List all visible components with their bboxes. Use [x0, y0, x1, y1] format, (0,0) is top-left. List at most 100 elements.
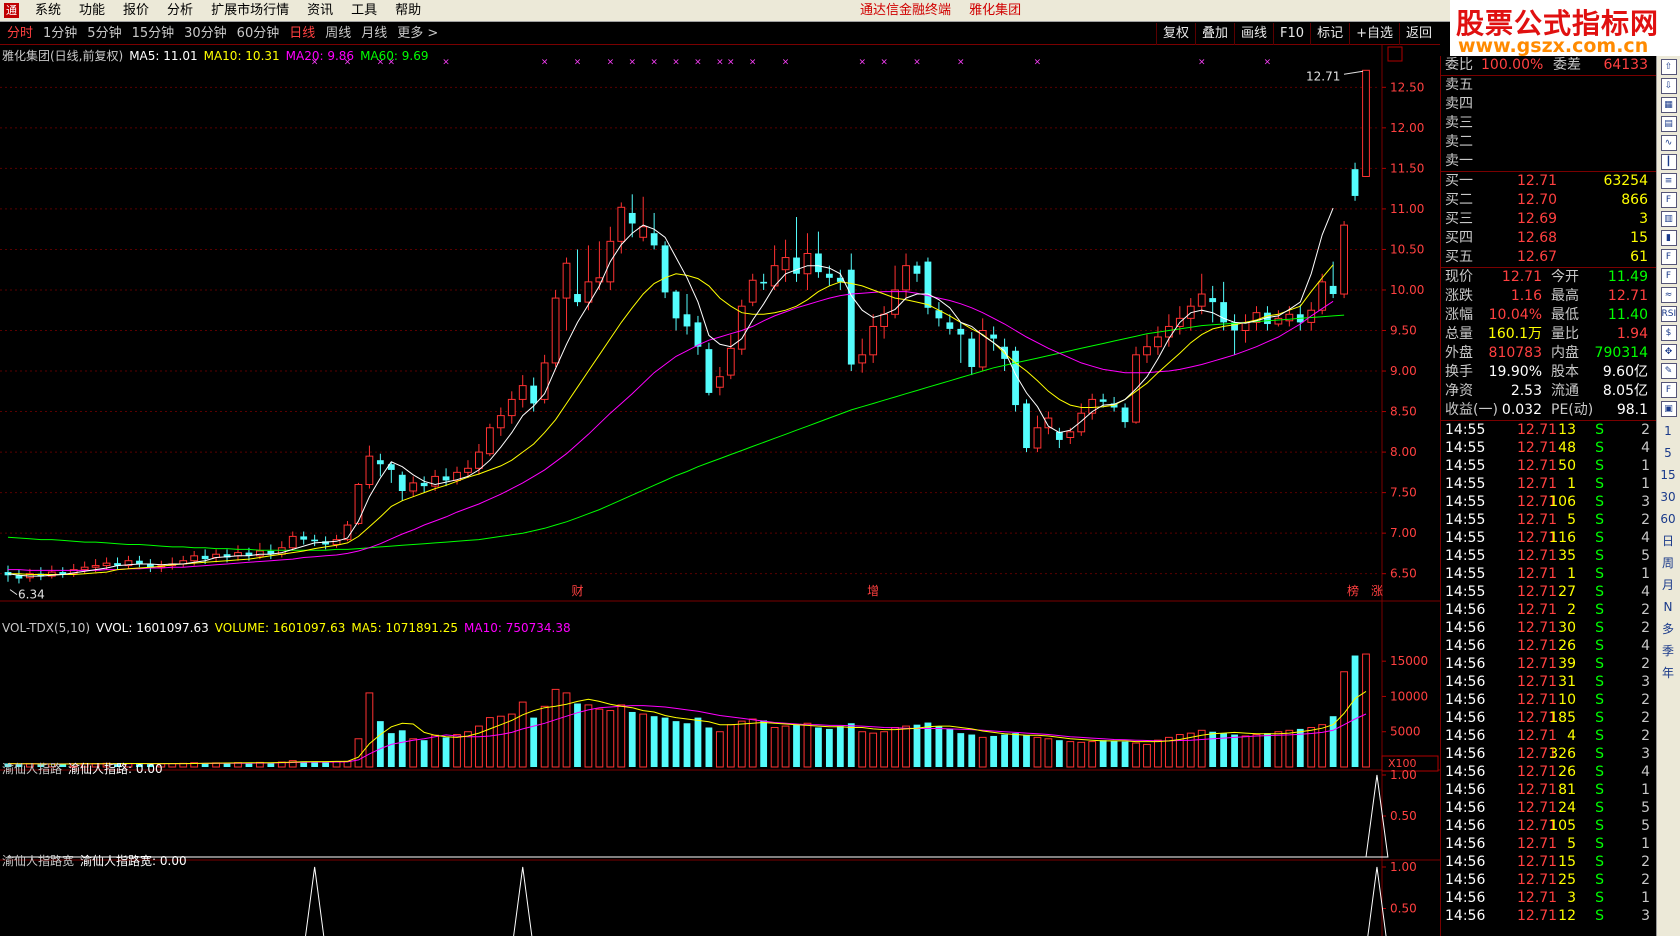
- tick-row[interactable]: 14:55 12.71 116 S 4: [1441, 529, 1656, 547]
- period-tab-2[interactable]: 5分钟: [82, 23, 126, 45]
- sidebar-period-4[interactable]: 60: [1657, 508, 1679, 530]
- sidebar-period-9[interactable]: 多: [1657, 618, 1679, 640]
- tick-row[interactable]: 14:56 12.71 25 S 2: [1441, 871, 1656, 889]
- sidebar-period-7[interactable]: 月: [1657, 574, 1679, 596]
- f3-icon[interactable]: F: [1660, 268, 1677, 284]
- list-icon[interactable]: ≡: [1660, 173, 1677, 189]
- tool-button-4[interactable]: 标记: [1310, 23, 1349, 45]
- candle-body: [968, 338, 976, 367]
- sidebar-period-10[interactable]: 季: [1657, 640, 1679, 662]
- volume-bar: [387, 733, 395, 767]
- tool-button-2[interactable]: 画线: [1234, 23, 1273, 45]
- move-icon[interactable]: ✥: [1660, 344, 1677, 360]
- sidebar-period-11[interactable]: 年: [1657, 662, 1679, 684]
- price-tick-label: 10.50: [1390, 242, 1424, 256]
- grid-icon[interactable]: ▥: [1660, 211, 1677, 227]
- tick-row[interactable]: 14:56 12.71 81 S 1: [1441, 781, 1656, 799]
- f2-icon[interactable]: F: [1660, 249, 1677, 265]
- rsi-icon[interactable]: RSI: [1660, 306, 1677, 322]
- menu-item-5[interactable]: 资讯: [298, 0, 342, 22]
- table-icon[interactable]: ▤: [1660, 116, 1677, 132]
- sidebar-period-1[interactable]: 5: [1657, 442, 1679, 464]
- signal-marker: ×: [727, 57, 735, 67]
- sidebar-period-2[interactable]: 15: [1657, 464, 1679, 486]
- volume-bar: [1164, 736, 1173, 768]
- tool-button-5[interactable]: +自选: [1349, 23, 1399, 45]
- period-tab-0[interactable]: 分时: [2, 23, 38, 45]
- line-chart-icon[interactable]: ∿: [1660, 135, 1677, 151]
- tool-button-3[interactable]: F10: [1273, 23, 1310, 45]
- tick-row[interactable]: 14:55 12.71 35 S 5: [1441, 547, 1656, 565]
- sidebar-period-5[interactable]: 日: [1657, 530, 1679, 552]
- tick-row[interactable]: 14:56 12.71 5 S 1: [1441, 835, 1656, 853]
- chart-canvas[interactable]: 12.50 12.00 11.50 11.00 10.50 10.00 9.50 9.00 8.…: [0, 45, 1440, 936]
- tick-row[interactable]: 14:56 12.71 12 S 3: [1441, 907, 1656, 925]
- tool-button-1[interactable]: 叠加: [1195, 23, 1234, 45]
- buy-row[interactable]: 买三 12.69 3: [1441, 210, 1656, 229]
- menu-item-0[interactable]: 系统: [26, 0, 70, 22]
- tick-row[interactable]: 14:56 12.71 26 S 4: [1441, 637, 1656, 655]
- tick-cell: S: [1595, 674, 1604, 690]
- period-tab-3[interactable]: 15分钟: [127, 23, 180, 45]
- sidebar-period-0[interactable]: 1: [1657, 420, 1679, 442]
- menu-item-1[interactable]: 功能: [70, 0, 114, 22]
- period-tab-5[interactable]: 60分钟: [232, 23, 285, 45]
- sidebar-period-6[interactable]: 周: [1657, 552, 1679, 574]
- tool-button-6[interactable]: 返回: [1398, 23, 1438, 45]
- tick-row[interactable]: 14:56 12.71 2 S 2: [1441, 601, 1656, 619]
- buy-row[interactable]: 买五 12.67 61: [1441, 248, 1656, 267]
- tick-row[interactable]: 14:56 12.71 39 S 2: [1441, 655, 1656, 673]
- tick-row[interactable]: 14:56 12.71 24 S 5: [1441, 799, 1656, 817]
- dollar-icon[interactable]: $: [1660, 325, 1677, 341]
- bar-icon[interactable]: ▮: [1660, 230, 1677, 246]
- period-tab-6[interactable]: 日线: [284, 23, 320, 45]
- up-arrow-icon[interactable]: ⇧: [1660, 59, 1677, 75]
- sell-row: 卖二: [1441, 133, 1656, 152]
- tick-row[interactable]: 14:55 12.71 13 S 2: [1441, 421, 1656, 439]
- menu-item-4[interactable]: 扩展市场行情: [202, 0, 298, 22]
- tick-row[interactable]: 14:55 12.71 1 S 1: [1441, 475, 1656, 493]
- down-arrow-icon[interactable]: ⇩: [1660, 78, 1677, 94]
- pencil-icon[interactable]: ✎: [1660, 363, 1677, 379]
- wave-icon[interactable]: ≈: [1660, 287, 1677, 303]
- tick-row[interactable]: 14:56 12.71 30 S 2: [1441, 619, 1656, 637]
- tick-row[interactable]: 14:55 12.71 5 S 2: [1441, 511, 1656, 529]
- tick-row[interactable]: 14:56 12.71 326 S 3: [1441, 745, 1656, 763]
- tick-row[interactable]: 14:56 12.71 31 S 3: [1441, 673, 1656, 691]
- tick-row[interactable]: 14:56 12.71 105 S 5: [1441, 817, 1656, 835]
- tick-row[interactable]: 14:56 12.71 10 S 2: [1441, 691, 1656, 709]
- tick-row[interactable]: 14:55 12.71 27 S 4: [1441, 583, 1656, 601]
- buy-label: 买三: [1445, 211, 1473, 227]
- sidebar-period-8[interactable]: N: [1657, 596, 1679, 618]
- period-tab-9[interactable]: 更多 >: [392, 23, 443, 45]
- period-tab-8[interactable]: 月线: [356, 23, 392, 45]
- buy-row[interactable]: 买二 12.70 866: [1441, 191, 1656, 210]
- buy-row[interactable]: 买四 12.68 15: [1441, 229, 1656, 248]
- menu-item-3[interactable]: 分析: [158, 0, 202, 22]
- period-tab-1[interactable]: 1分钟: [38, 23, 82, 45]
- menu-item-6[interactable]: 工具: [342, 0, 386, 22]
- tick-row[interactable]: 14:56 12.71 15 S 2: [1441, 853, 1656, 871]
- candle-icon[interactable]: ┃: [1660, 154, 1677, 170]
- tick-row[interactable]: 14:55 12.71 50 S 1: [1441, 457, 1656, 475]
- tick-row[interactable]: 14:55 12.71 48 S 4: [1441, 439, 1656, 457]
- tick-row[interactable]: 14:56 12.71 3 S 1: [1441, 889, 1656, 907]
- tick-row[interactable]: 14:55 12.71 106 S 3: [1441, 493, 1656, 511]
- tick-row[interactable]: 14:56 12.71 4 S 2: [1441, 727, 1656, 745]
- menu-item-2[interactable]: 报价: [114, 0, 158, 22]
- period-tab-4[interactable]: 30分钟: [179, 23, 232, 45]
- chart-area[interactable]: 12.50 12.00 11.50 11.00 10.50 10.00 9.50 9.00 8.…: [0, 45, 1440, 936]
- chart-icon[interactable]: ▦: [1660, 97, 1677, 113]
- f10-icon[interactable]: F: [1660, 192, 1677, 208]
- tick-list[interactable]: 14:55 12.71 13 S 2 14:55 12.71 48 S 4 14:55 12.71 50…: [1441, 421, 1656, 925]
- menu-item-7[interactable]: 帮助: [386, 0, 430, 22]
- tick-row[interactable]: 14:56 12.71 26 S 4: [1441, 763, 1656, 781]
- f5-icon[interactable]: F: [1660, 382, 1677, 398]
- tick-row[interactable]: 14:55 12.71 1 S 1: [1441, 565, 1656, 583]
- buy-row[interactable]: 买一 12.71 63254: [1441, 172, 1656, 191]
- tool-button-0[interactable]: 复权: [1155, 23, 1195, 45]
- sidebar-period-3[interactable]: 30: [1657, 486, 1679, 508]
- period-tab-7[interactable]: 周线: [320, 23, 356, 45]
- tick-row[interactable]: 14:56 12.71 185 S 2: [1441, 709, 1656, 727]
- image-icon[interactable]: ▣: [1660, 401, 1677, 417]
